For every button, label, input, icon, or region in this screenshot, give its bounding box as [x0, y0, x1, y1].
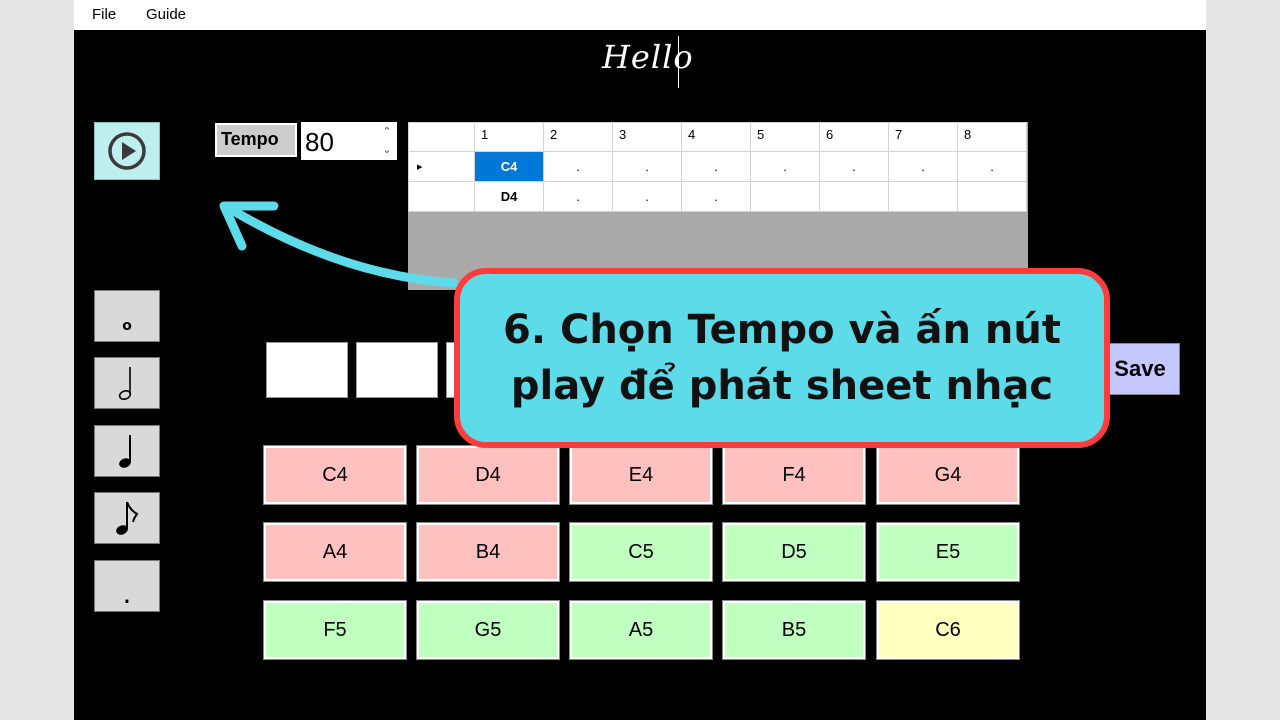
callout-line-2: play để phát sheet nhạc — [510, 363, 1054, 409]
instruction-callout: 6. Chọn Tempo và ấn nút play để phát she… — [454, 268, 1110, 448]
app-window: File Guide Hello Tempo 80 ⌃ ⌄ 1 2 3 4 5 … — [74, 0, 1206, 720]
callout-line-1: 6. Chọn Tempo và ấn nút — [503, 307, 1061, 353]
